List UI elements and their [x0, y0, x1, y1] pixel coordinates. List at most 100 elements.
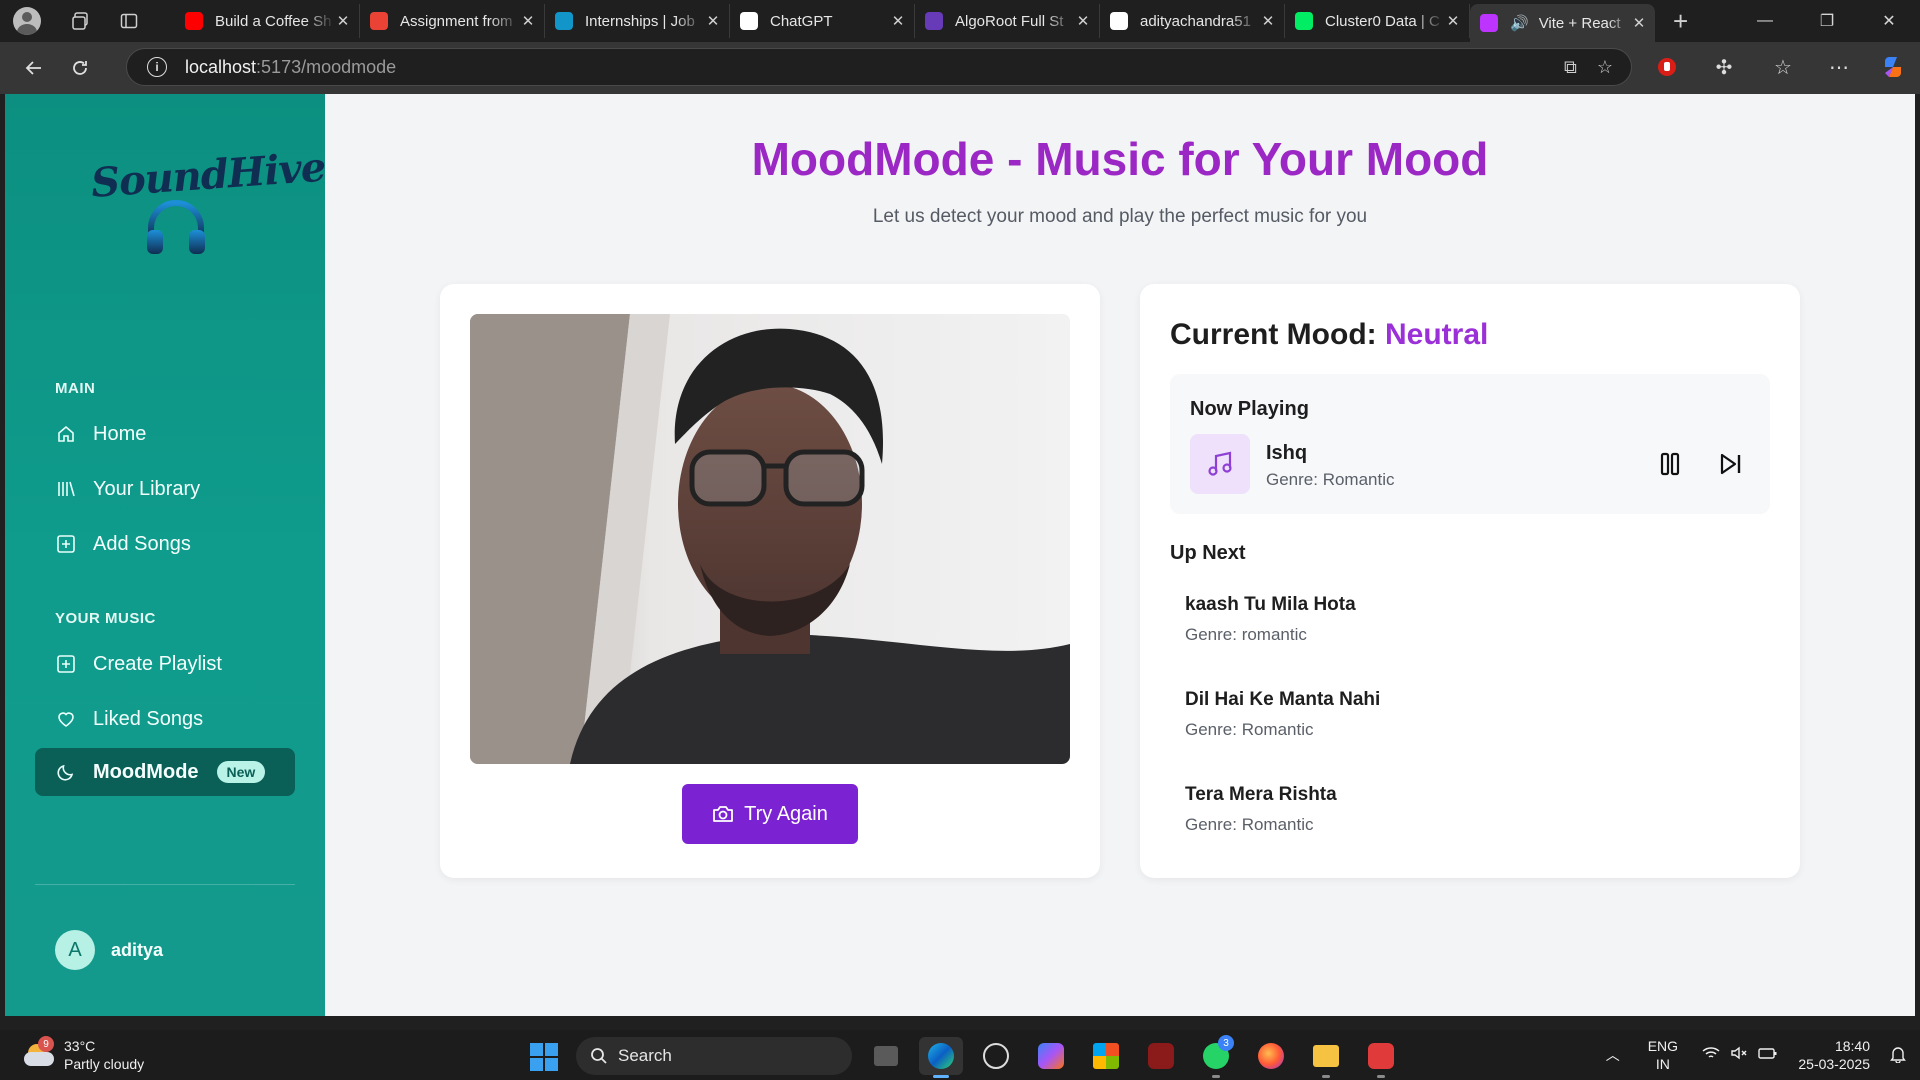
user-profile[interactable]: A aditya — [55, 930, 163, 970]
restore-button[interactable]: ❐ — [1796, 11, 1858, 31]
pause-button[interactable] — [1652, 446, 1688, 482]
url-text: localhost:5173/moodmode — [185, 56, 397, 77]
copilot-icon[interactable] — [1876, 50, 1910, 84]
sidebar-item-add-songs[interactable]: Add Songs — [35, 520, 295, 568]
browser-tab[interactable]: AlgoRoot Full St ✕ — [915, 4, 1100, 38]
internshala-icon — [555, 12, 573, 30]
close-tab-icon[interactable]: ✕ — [335, 12, 351, 30]
sidebar: SoundHive MAIN Home Your Library Add Son… — [5, 94, 327, 1016]
music-note-icon — [1190, 434, 1250, 494]
close-tab-icon[interactable]: ✕ — [1260, 12, 1276, 30]
wifi-icon — [1702, 1047, 1720, 1058]
avatar: A — [55, 930, 95, 970]
red-app-icon[interactable] — [1359, 1037, 1403, 1078]
queue-item-genre: Genre: Romantic — [1185, 815, 1314, 834]
plus-square-icon — [55, 533, 77, 555]
close-tab-icon[interactable]: ✕ — [1631, 14, 1647, 32]
favorite-star-icon[interactable]: ☆ — [1597, 57, 1613, 78]
browser-tab[interactable]: Assignment from ✕ — [360, 4, 545, 38]
queue-item[interactable]: Tera Mera Rishta Genre: Romantic — [1185, 784, 1765, 835]
browser-tab[interactable]: Build a Coffee Sh ✕ — [175, 4, 360, 38]
game-app-icon[interactable] — [1139, 1037, 1183, 1075]
page-subtitle: Let us detect your mood and play the per… — [872, 206, 1368, 227]
close-tab-icon[interactable]: ✕ — [520, 12, 536, 30]
weather-widget[interactable]: 9 33°C Partly cloudy — [24, 1030, 144, 1080]
skip-next-button[interactable] — [1712, 446, 1748, 482]
url-field[interactable]: i localhost:5173/moodmode ⧉ ☆ — [126, 48, 1632, 86]
app-available-icon[interactable]: ⧉ — [1564, 57, 1577, 78]
close-tab-icon[interactable]: ✕ — [890, 12, 906, 30]
main-section-label: MAIN — [55, 380, 96, 397]
close-tab-icon[interactable]: ✕ — [1075, 12, 1091, 30]
notification-bell-icon[interactable] — [1890, 1045, 1906, 1066]
queue-item[interactable]: kaash Tu Mila Hota Genre: romantic — [1185, 594, 1765, 645]
microsoft-store-icon[interactable] — [1084, 1037, 1128, 1075]
speaker-icon[interactable]: 🔊 — [1510, 14, 1529, 32]
browser-tab[interactable]: Cluster0 Data | C ✕ — [1285, 4, 1470, 38]
tab-title: ChatGPT — [770, 12, 833, 30]
sidebar-item-moodmode[interactable]: MoodMode New — [35, 748, 295, 796]
refresh-button[interactable] — [58, 50, 102, 86]
more-menu-icon[interactable]: ⋯ — [1822, 50, 1856, 84]
minimize-button[interactable]: — — [1734, 12, 1796, 30]
queue-item-title: Dil Hai Ke Manta Nahi — [1185, 689, 1381, 710]
browser-tab[interactable]: ChatGPT ✕ — [730, 4, 915, 38]
browser-tab[interactable]: adityachandra51 ✕ — [1100, 4, 1285, 38]
browser-tab[interactable]: Internships | Job ✕ — [545, 4, 730, 38]
youtube-icon — [185, 12, 203, 30]
whatsapp-icon[interactable]: 3 — [1194, 1035, 1238, 1078]
tab-strip: Build a Coffee Sh ✕ Assignment from ✕ Intern… — [175, 0, 1655, 42]
edge-browser-icon[interactable] — [919, 1037, 963, 1078]
close-tab-icon[interactable]: ✕ — [1445, 12, 1461, 30]
browser-tab[interactable]: 🔊 Vite + React ✕ — [1470, 4, 1655, 42]
language-indicator[interactable]: ENG IN — [1648, 1037, 1678, 1073]
camera-card: Try Again — [440, 284, 1100, 878]
mood-card: Current Mood: Neutral Now Playing Ishq G… — [1140, 284, 1800, 878]
moon-icon — [55, 761, 77, 783]
task-view-icon[interactable] — [864, 1037, 908, 1075]
search-icon — [590, 1047, 608, 1065]
close-tab-icon[interactable]: ✕ — [705, 12, 721, 30]
partly-cloudy-icon: 9 — [24, 1036, 54, 1068]
network-volume-battery-icons[interactable] — [1702, 1046, 1778, 1064]
sidebar-item-liked-songs[interactable]: Liked Songs — [35, 695, 295, 743]
camera-icon — [712, 804, 734, 824]
queue-item[interactable]: Dil Hai Ke Manta Nahi Genre: Romantic — [1185, 689, 1765, 740]
heart-icon — [55, 708, 77, 730]
close-window-button[interactable]: ✕ — [1858, 11, 1920, 31]
sidebar-item-home[interactable]: Home — [35, 410, 295, 458]
file-explorer-icon[interactable] — [1304, 1037, 1348, 1078]
mood-value: Neutral — [1384, 318, 1489, 351]
extension-icon[interactable] — [1650, 50, 1684, 84]
now-playing-genre: Genre: Romantic — [1266, 470, 1395, 489]
queue-item-title: kaash Tu Mila Hota — [1185, 594, 1356, 615]
webcam-feed — [470, 314, 1070, 764]
windows-start-icon[interactable] — [530, 1043, 558, 1071]
page-title: MoodMode - Music for Your Mood — [751, 133, 1489, 185]
taskbar-search[interactable]: Search — [576, 1037, 852, 1075]
chevron-up-icon[interactable]: ︿ — [1606, 1045, 1620, 1065]
your-music-section-label: YOUR MUSIC — [55, 610, 156, 627]
clock[interactable]: 18:40 25-03-2025 — [1798, 1037, 1870, 1073]
workspaces-icon[interactable] — [63, 3, 99, 39]
queue-item-genre: Genre: Romantic — [1185, 720, 1314, 739]
try-again-button[interactable]: Try Again — [682, 784, 858, 844]
tab-title: Vite + React — [1538, 14, 1621, 32]
sidebar-item-library[interactable]: Your Library — [35, 465, 295, 513]
dell-icon[interactable] — [974, 1037, 1018, 1075]
new-tab-button[interactable]: + — [1673, 6, 1688, 37]
now-playing-title: Ishq — [1266, 442, 1308, 464]
firefox-icon[interactable] — [1249, 1037, 1293, 1075]
tab-title: Cluster0 Data | C — [1325, 12, 1440, 30]
address-bar: i localhost:5173/moodmode ⧉ ☆ ✣ ☆ ⋯ — [0, 42, 1920, 94]
tab-actions-icon[interactable] — [111, 3, 147, 39]
profile-avatar[interactable] — [13, 7, 41, 35]
favorites-icon[interactable]: ☆ — [1766, 50, 1800, 84]
copilot-app-icon[interactable] — [1029, 1037, 1073, 1075]
pause-icon — [1660, 452, 1680, 476]
back-button[interactable] — [12, 50, 56, 86]
site-info-icon[interactable]: i — [147, 57, 167, 77]
chatgpt-icon — [740, 12, 758, 30]
sidebar-item-create-playlist[interactable]: Create Playlist — [35, 640, 295, 688]
extensions-puzzle-icon[interactable]: ✣ — [1707, 50, 1741, 84]
